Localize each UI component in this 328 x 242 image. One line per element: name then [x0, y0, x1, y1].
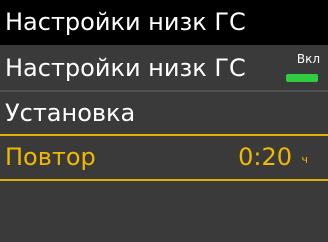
screen-title: Настройки низк ГС [0, 0, 328, 45]
toggle-on-indicator [286, 74, 318, 82]
menu-item-label: Повтор [5, 143, 96, 171]
menu-item-label: Установка [5, 99, 136, 127]
menu-item-label: Настройки низк ГС [5, 54, 246, 82]
on-off-toggle[interactable]: Вкл [282, 52, 322, 86]
menu-item-low-gs-settings[interactable]: Настройки низк ГС Вкл [0, 47, 328, 90]
repeat-unit: ч [301, 153, 309, 166]
toggle-status-text: Вкл [296, 52, 320, 66]
pump-screen: Настройки низк ГС Настройки низк ГС Вкл … [0, 0, 328, 242]
repeat-value: 0:20 [238, 143, 292, 171]
menu-item-repeat[interactable]: Повтор 0:20 ч [0, 134, 328, 181]
menu-item-setup[interactable]: Установка [0, 92, 328, 135]
